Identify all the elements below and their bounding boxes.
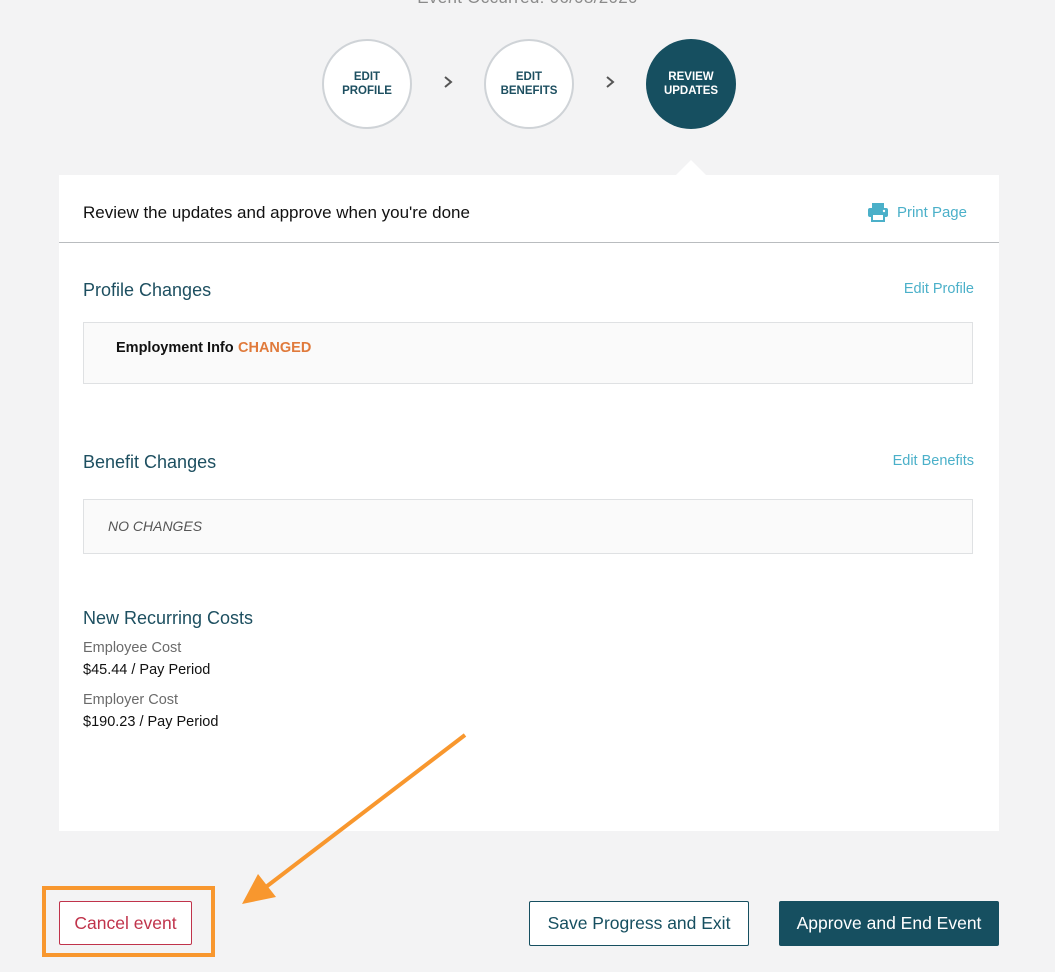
chevron-right-icon bbox=[444, 76, 453, 88]
printer-icon bbox=[867, 203, 888, 222]
edit-benefits-link[interactable]: Edit Benefits bbox=[893, 453, 974, 469]
employer-cost-value: $190.23 / Pay Period bbox=[83, 714, 219, 730]
step-edit-benefits[interactable]: EDIT BENEFITS bbox=[484, 39, 574, 129]
recurring-costs-title: New Recurring Costs bbox=[83, 608, 254, 628]
step-line2: BENEFITS bbox=[500, 85, 558, 97]
benefit-changes-title: Benefit Changes bbox=[83, 452, 217, 472]
event-occurred-text: Event Occurred: 06/08/2020 bbox=[0, 0, 1055, 8]
print-page-label: Print Page bbox=[896, 203, 967, 221]
review-panel: Review the updates and approve when you'… bbox=[59, 175, 999, 831]
employee-cost-label: Employee Cost bbox=[83, 640, 182, 656]
approve-end-event-button[interactable]: Approve and End Event bbox=[779, 901, 999, 946]
benefit-changes-box: NO CHANGES bbox=[83, 499, 973, 554]
step-line2: UPDATES bbox=[663, 85, 719, 97]
panel-pointer bbox=[675, 160, 707, 176]
step-review-updates[interactable]: REVIEW UPDATES bbox=[646, 39, 736, 129]
panel-title: Review the updates and approve when you'… bbox=[83, 203, 470, 222]
step-line1: EDIT bbox=[515, 71, 543, 83]
changed-badge: CHANGED bbox=[238, 340, 312, 356]
step-line2: PROFILE bbox=[342, 85, 392, 97]
step-edit-profile[interactable]: EDIT PROFILE bbox=[322, 39, 412, 129]
step-line1: EDIT bbox=[353, 71, 381, 83]
employee-cost-value: $45.44 / Pay Period bbox=[83, 662, 211, 678]
employment-info-label: Employment Info bbox=[116, 340, 234, 356]
no-changes-text: NO CHANGES bbox=[108, 518, 203, 534]
employer-cost-label: Employer Cost bbox=[83, 692, 179, 708]
annotation-highlight-box bbox=[42, 886, 215, 957]
chevron-right-icon bbox=[606, 76, 615, 88]
panel-header: Review the updates and approve when you'… bbox=[59, 175, 999, 243]
edit-profile-link[interactable]: Edit Profile bbox=[904, 281, 974, 297]
step-line1: REVIEW bbox=[668, 71, 714, 83]
profile-changes-box: Employment Info CHANGED bbox=[83, 322, 973, 384]
print-page-link[interactable]: Print Page bbox=[867, 202, 967, 222]
save-progress-button[interactable]: Save Progress and Exit bbox=[529, 901, 749, 946]
profile-changes-title: Profile Changes bbox=[83, 280, 212, 300]
